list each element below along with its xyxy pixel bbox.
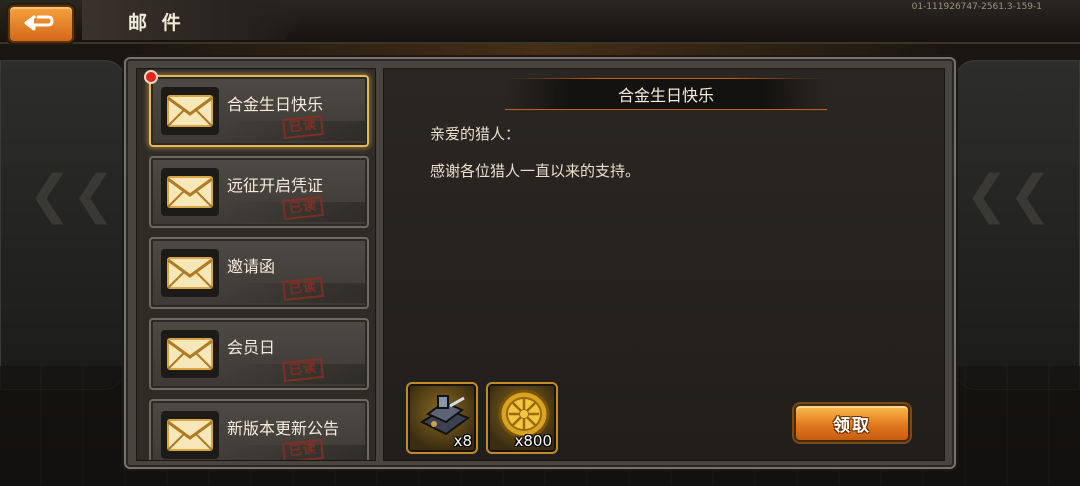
read-stamp: 已读 bbox=[282, 357, 324, 383]
mail-subject: 新版本更新公告 bbox=[227, 419, 340, 438]
background-wall-left bbox=[0, 60, 125, 390]
mail-subject: 远征开启凭证 bbox=[227, 176, 324, 195]
envelope-icon bbox=[167, 338, 213, 370]
mail-subject: 邀请函 bbox=[227, 257, 276, 276]
mail-subject: 会员日 bbox=[227, 338, 276, 357]
read-stamp: 已读 bbox=[282, 276, 324, 302]
claim-button-label: 领取 bbox=[833, 415, 871, 436]
mail-body: 感谢各位猎人一直以来的支持。 bbox=[430, 162, 641, 180]
mail-item-3[interactable]: 邀请函 已读 bbox=[149, 237, 369, 309]
envelope-icon-wrapper bbox=[161, 87, 219, 135]
envelope-icon bbox=[167, 257, 213, 289]
mail-item-4[interactable]: 会员日 已读 bbox=[149, 318, 369, 390]
envelope-icon-wrapper bbox=[161, 168, 219, 216]
mail-title: 合金生日快乐 bbox=[617, 85, 714, 105]
back-button[interactable] bbox=[8, 5, 74, 43]
mail-item-2[interactable]: 远征开启凭证 已读 bbox=[149, 156, 369, 228]
title-plate bbox=[82, 0, 312, 40]
unread-indicator bbox=[144, 70, 158, 84]
claim-button[interactable]: 领取 bbox=[794, 404, 910, 442]
mail-item-1[interactable]: 合金生日快乐 已读 bbox=[149, 75, 369, 147]
background-chevron-left-icon: ❮❮ bbox=[28, 165, 116, 225]
mail-title-bar: 合金生日快乐 bbox=[505, 78, 827, 110]
mail-subject: 合金生日快乐 bbox=[227, 95, 324, 114]
background-wall-right bbox=[955, 60, 1080, 390]
mail-item-5[interactable]: 新版本更新公告 已读 bbox=[149, 399, 369, 460]
read-stamp: 已读 bbox=[282, 114, 324, 140]
envelope-icon bbox=[167, 95, 213, 127]
attachment-item-1[interactable]: x8 bbox=[406, 382, 478, 454]
return-arrow-icon bbox=[24, 15, 54, 31]
attachment-qty: x8 bbox=[453, 432, 472, 450]
read-stamp: 已读 bbox=[282, 438, 324, 460]
envelope-icon bbox=[167, 176, 213, 208]
background-chevron-right-icon: ❮❮ bbox=[964, 165, 1052, 225]
read-stamp: 已读 bbox=[282, 195, 324, 221]
build-id: 01-111926747-2561.3-159-1 bbox=[911, 2, 1042, 12]
attachment-item-2[interactable]: x800 bbox=[486, 382, 558, 454]
attachment-qty: x800 bbox=[514, 432, 552, 450]
envelope-icon-wrapper bbox=[161, 411, 219, 459]
envelope-icon-wrapper bbox=[161, 330, 219, 378]
envelope-icon-wrapper bbox=[161, 249, 219, 297]
mail-list-panel[interactable]: 合金生日快乐 已读 远征开启凭证 已读 邀请函 已读 会员日 已读 新版本更新公… bbox=[136, 68, 376, 461]
page-title: 邮 件 bbox=[128, 12, 185, 34]
envelope-icon bbox=[167, 419, 213, 451]
mail-greeting: 亲爱的猎人： bbox=[430, 125, 521, 143]
